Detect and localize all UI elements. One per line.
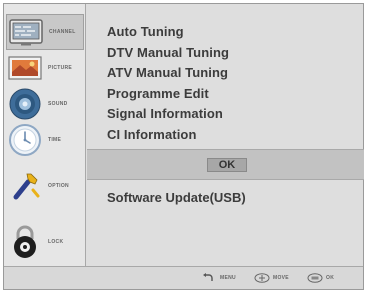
hint-menu: MENU <box>201 272 236 284</box>
sidebar-item-picture[interactable]: PICTURE <box>6 50 84 86</box>
highlight-bar: OK <box>87 149 364 180</box>
sidebar: CHANNEL PICTURE SOUND TIME OPTION LOCK <box>4 4 86 266</box>
sidebar-item-label: OPTION <box>48 183 69 189</box>
speaker-icon <box>8 87 42 121</box>
dpad-icon <box>254 273 270 283</box>
sidebar-item-channel[interactable]: CHANNEL <box>6 14 84 50</box>
sidebar-item-option[interactable]: OPTION <box>6 168 84 204</box>
clock-icon <box>8 123 42 157</box>
channel-menu-panel: Auto Tuning DTV Manual Tuning ATV Manual… <box>87 4 364 266</box>
hint-label: OK <box>326 275 335 281</box>
sidebar-item-time[interactable]: TIME <box>6 122 84 158</box>
sidebar-item-label: TIME <box>48 137 62 143</box>
menu-item-ci-information[interactable]: CI Information <box>107 125 229 146</box>
sidebar-item-label: SOUND <box>48 101 68 107</box>
ok-key-icon <box>307 273 323 283</box>
ok-button[interactable]: OK <box>207 158 247 172</box>
return-icon <box>201 273 217 283</box>
menu-item-atv-manual-tuning[interactable]: ATV Manual Tuning <box>107 63 229 84</box>
sidebar-item-sound[interactable]: SOUND <box>6 86 84 122</box>
sidebar-item-label: CHANNEL <box>49 29 76 35</box>
hint-ok: OK <box>307 272 334 284</box>
hint-move: MOVE <box>254 272 289 284</box>
lock-icon <box>8 225 42 259</box>
picture-icon <box>8 51 42 85</box>
sidebar-item-label: PICTURE <box>48 65 73 71</box>
menu-item-programme-edit[interactable]: Programme Edit <box>107 84 229 105</box>
sidebar-item-label: LOCK <box>48 239 64 245</box>
hint-label: MENU <box>220 275 236 281</box>
menu-item-auto-tuning[interactable]: Auto Tuning <box>107 22 229 43</box>
hint-label: MOVE <box>273 275 289 281</box>
menu-item-software-update[interactable]: Software Update(USB) <box>107 190 246 205</box>
sidebar-item-lock[interactable]: LOCK <box>6 224 84 260</box>
menu-item-dtv-manual-tuning[interactable]: DTV Manual Tuning <box>107 43 229 64</box>
tv-icon <box>9 15 43 49</box>
footer-hint-bar: MENU MOVE OK <box>4 266 363 289</box>
menu-list: Auto Tuning DTV Manual Tuning ATV Manual… <box>107 22 229 145</box>
tv-menu-screen: CHANNEL PICTURE SOUND TIME OPTION LOCK A… <box>3 3 364 290</box>
wrench-icon <box>8 169 42 203</box>
menu-item-signal-information[interactable]: Signal Information <box>107 104 229 125</box>
